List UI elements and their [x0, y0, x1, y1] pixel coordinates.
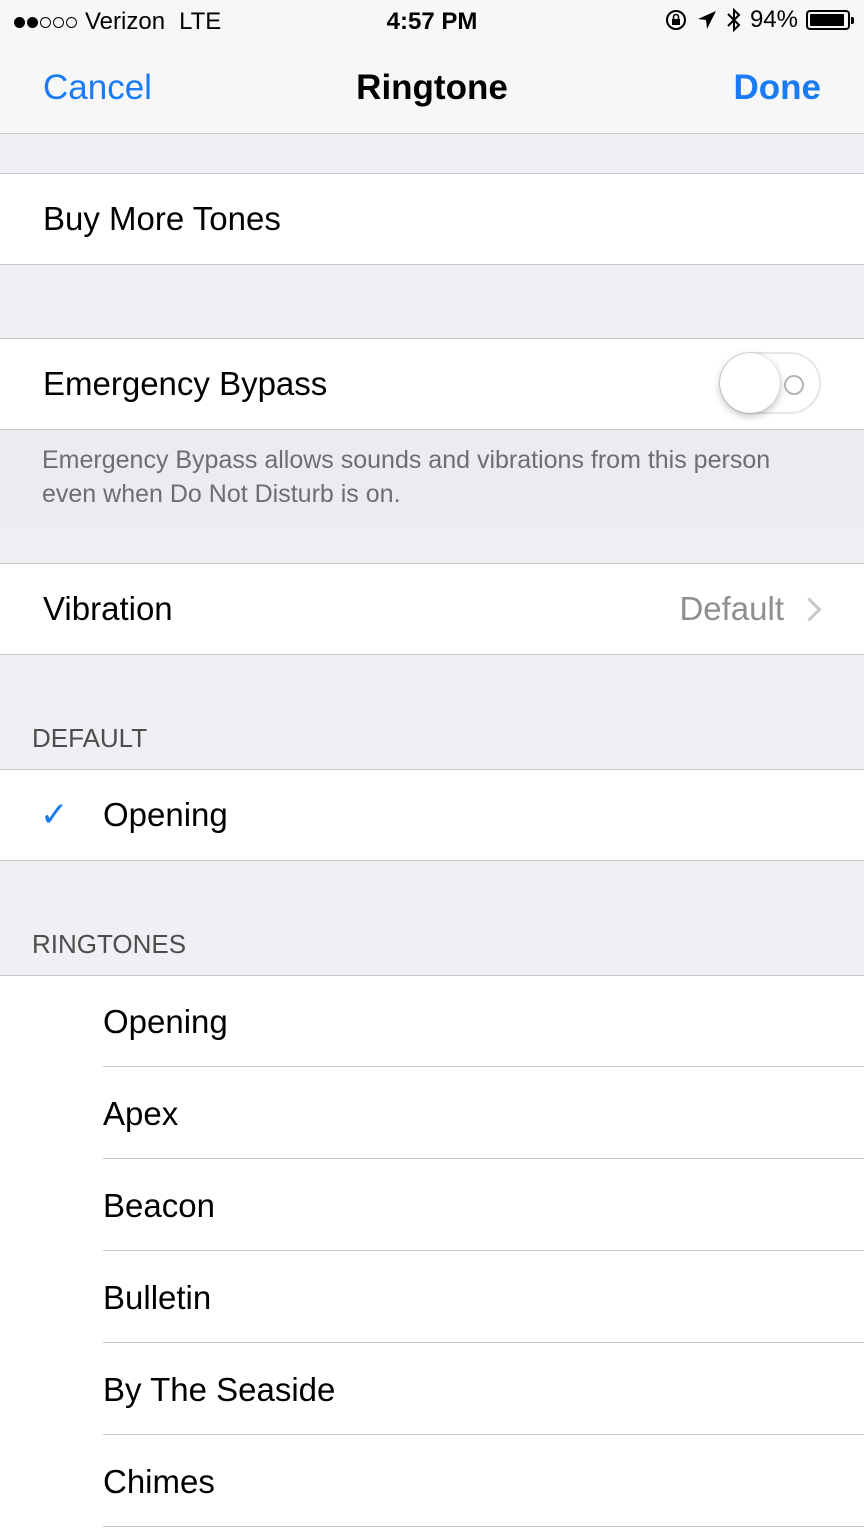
- default-section-header: DEFAULT: [32, 723, 148, 753]
- battery-percent: 94%: [749, 6, 798, 33]
- battery-icon: [806, 10, 854, 30]
- emergency-bypass-footer: Emergency Bypass allows sounds and vibra…: [42, 446, 771, 508]
- list-item[interactable]: Chimes: [0, 1436, 864, 1527]
- ringtone-label: Opening: [103, 1002, 228, 1040]
- list-item[interactable]: By The Seaside: [0, 1344, 864, 1435]
- ringtone-label: Chimes: [103, 1462, 215, 1500]
- ringtone-label: Apex: [103, 1094, 179, 1132]
- emergency-bypass-cell: Emergency Bypass: [0, 338, 864, 430]
- default-tone-cell[interactable]: ✓ Opening: [0, 769, 864, 861]
- ringtone-label: By The Seaside: [103, 1370, 336, 1408]
- row-separator: [103, 1066, 864, 1067]
- navigation-bar: Cancel Ringtone Done: [0, 44, 864, 134]
- default-tone-label: Opening: [103, 796, 228, 833]
- emergency-bypass-label: Emergency Bypass: [43, 365, 328, 402]
- battery-fill: [810, 14, 844, 26]
- row-separator: [103, 1250, 864, 1251]
- bluetooth-icon: [727, 7, 741, 33]
- toggle-knob: [720, 353, 780, 413]
- ringtone-label: Beacon: [103, 1186, 215, 1224]
- toggle-off-indicator-icon: [784, 375, 804, 395]
- list-item[interactable]: Apex: [0, 1068, 864, 1159]
- row-separator: [103, 1434, 864, 1435]
- location-icon: [697, 11, 716, 29]
- list-item[interactable]: Opening: [0, 976, 864, 1067]
- ringtones-section-header: RINGTONES: [32, 929, 187, 959]
- buy-more-tones-cell[interactable]: Buy More Tones: [0, 173, 864, 265]
- row-separator: [103, 1526, 864, 1527]
- emergency-bypass-toggle[interactable]: [719, 352, 821, 414]
- orientation-lock-icon: [665, 10, 686, 30]
- vibration-value: Default: [679, 590, 784, 627]
- list-item[interactable]: Bulletin: [0, 1252, 864, 1343]
- status-bar: Verizon LTE 4:57 PM 94%: [0, 0, 864, 44]
- chevron-right-icon: [797, 596, 822, 622]
- ringtones-list: Opening Apex Beacon Bulletin By The Seas…: [0, 975, 864, 1537]
- status-right: 94%: [664, 6, 854, 34]
- checkmark-icon: ✓: [40, 796, 69, 834]
- buy-more-tones-label: Buy More Tones: [43, 200, 281, 237]
- done-button[interactable]: Done: [734, 68, 822, 108]
- ringtone-label: Bulletin: [103, 1278, 212, 1316]
- list-item[interactable]: Beacon: [0, 1160, 864, 1251]
- row-separator: [103, 1158, 864, 1159]
- vibration-cell[interactable]: Vibration Default: [0, 563, 864, 655]
- vibration-label: Vibration: [43, 590, 173, 627]
- row-separator: [103, 1342, 864, 1343]
